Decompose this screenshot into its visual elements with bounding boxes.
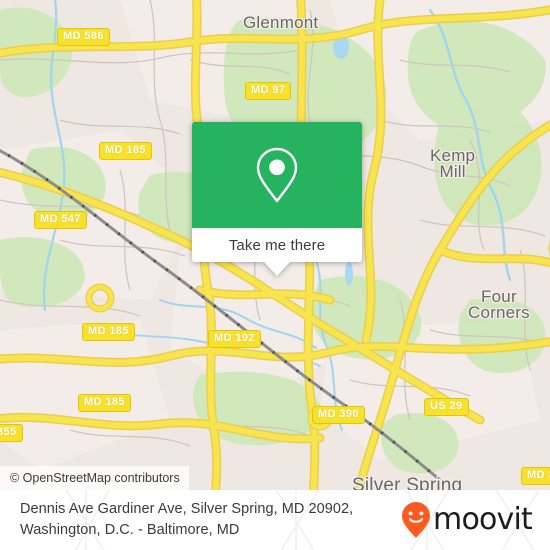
road-shield-us-29: US 29 (424, 398, 469, 416)
location-title-line2: Washington, D.C. - Baltimore, MD (20, 522, 240, 538)
destination-popup: Take me there (192, 122, 362, 276)
moovit-logo[interactable]: moovit (401, 501, 533, 539)
road-shield-md-97: MD 97 (245, 82, 292, 100)
map-canvas[interactable]: Glenmont Kemp Mill Four Corners Silver S… (0, 0, 550, 490)
moovit-location-card: Glenmont Kemp Mill Four Corners Silver S… (0, 0, 550, 550)
popup-icon-panel (192, 122, 362, 228)
popup-pointer-tail (264, 262, 290, 276)
road-shield-md-192: MD 192 (208, 330, 261, 348)
moovit-wordmark: moovit (433, 502, 533, 537)
moovit-smiley-pin-icon (402, 502, 431, 538)
location-title-line1: Dennis Ave Gardiner Ave, Silver Spring, … (20, 501, 354, 517)
road-shield-md-586: MD 586 (57, 28, 110, 46)
road-shield-md-547: MD 547 (34, 211, 87, 229)
road-shield-md-390: MD 390 (312, 406, 365, 424)
map-pin-icon (256, 147, 298, 203)
take-me-there-label: Take me there (228, 236, 326, 254)
road-shield-md-185-south: MD 185 (78, 394, 131, 412)
location-title: Dennis Ave Gardiner Ave, Silver Spring, … (20, 499, 401, 541)
map-attribution[interactable]: © OpenStreetMap contributors (0, 466, 189, 490)
road-shield-md-185-mid: MD 185 (82, 323, 135, 341)
road-shield-355: 355 (0, 424, 23, 442)
road-shield-md-185-north: MD 185 (99, 142, 152, 160)
take-me-there-button[interactable]: Take me there (192, 228, 362, 262)
road-shield-md-320: MD 320 (521, 467, 550, 485)
footer-bar: Dennis Ave Gardiner Ave, Silver Spring, … (0, 490, 550, 550)
